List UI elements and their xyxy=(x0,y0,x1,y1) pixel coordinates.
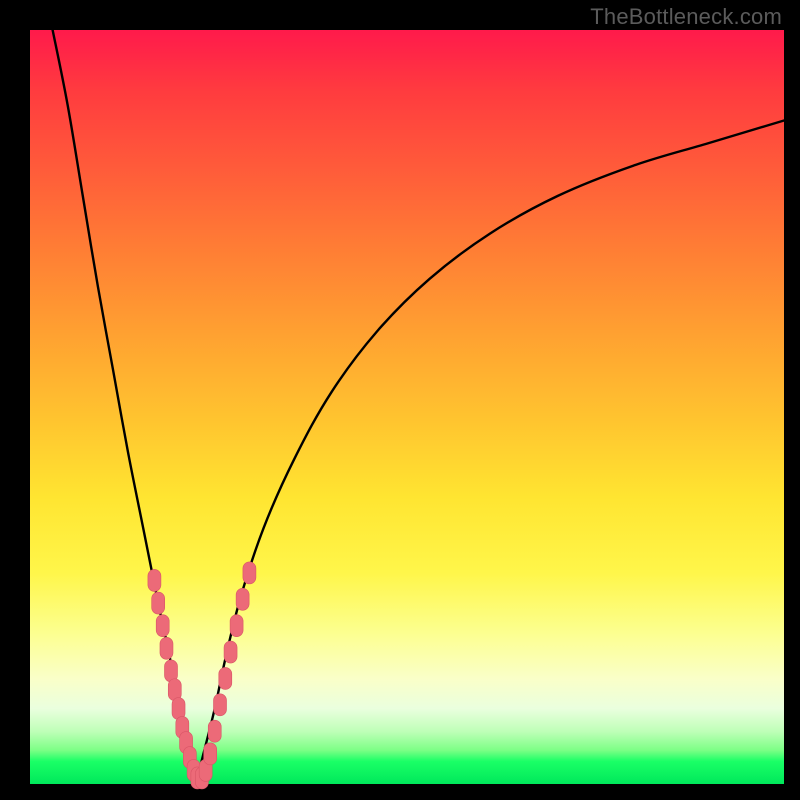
sample-marker xyxy=(204,743,217,765)
sample-marker xyxy=(243,562,256,584)
sample-marker xyxy=(160,637,173,659)
sample-marker xyxy=(224,641,237,663)
watermark-text: TheBottleneck.com xyxy=(590,4,782,30)
curve-layer xyxy=(30,30,784,784)
marker-group xyxy=(148,562,256,789)
sample-marker xyxy=(208,720,221,742)
curve-group xyxy=(53,30,784,784)
sample-marker xyxy=(214,694,227,716)
sample-marker xyxy=(230,615,243,637)
bottleneck-curve-right-branch xyxy=(196,120,784,784)
sample-marker xyxy=(219,667,232,689)
sample-marker xyxy=(152,592,165,614)
sample-marker xyxy=(156,615,169,637)
sample-marker xyxy=(236,588,249,610)
sample-marker xyxy=(148,569,161,591)
outer-frame: TheBottleneck.com xyxy=(0,0,800,800)
